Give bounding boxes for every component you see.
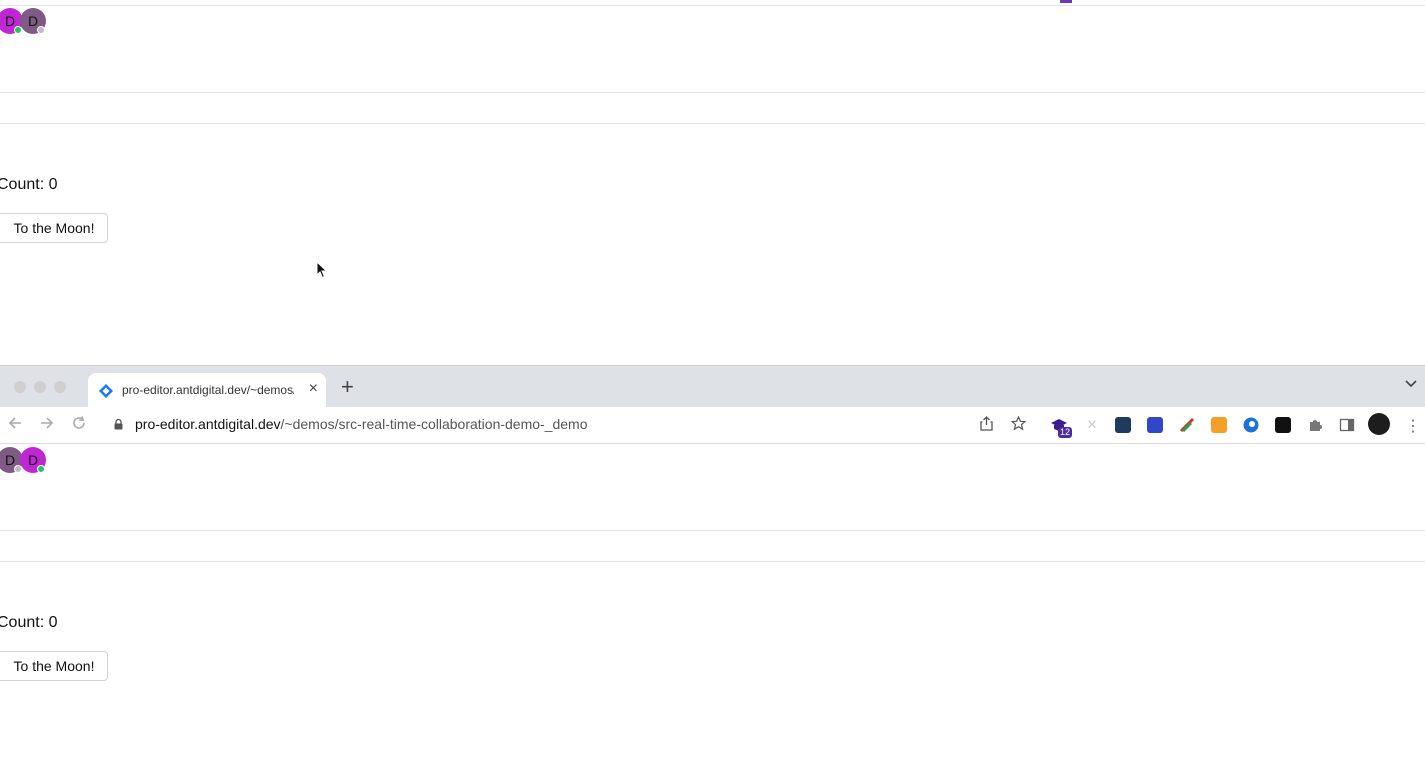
bottom-divider-1 (0, 530, 1425, 531)
browser-tab-active[interactable]: pro-editor.antdigital.dev/~demos/src-rea… (88, 373, 326, 408)
lock-icon[interactable] (114, 419, 123, 430)
back-arrow-icon[interactable] (8, 416, 22, 430)
address-bar[interactable]: pro-editor.antdigital.dev/~demos/src-rea… (135, 416, 588, 432)
avatar-initial: D (27, 452, 39, 468)
to-the-moon-button[interactable]: To the Moon! (0, 651, 108, 681)
avatar-user-2[interactable]: D (20, 447, 46, 473)
frame-extension-icon[interactable] (1115, 417, 1131, 433)
share-icon[interactable] (980, 416, 993, 431)
browser-toolbar: pro-editor.antdigital.dev/~demos/src-rea… (0, 407, 1425, 444)
glasses-extension-icon[interactable] (1275, 417, 1291, 433)
bookmark-star-icon[interactable] (1011, 416, 1026, 431)
puzzle-extensions-icon[interactable] (1307, 417, 1323, 433)
tab-search-chevron-icon[interactable] (1405, 380, 1417, 388)
url-host: pro-editor.antdigital.dev (135, 416, 281, 432)
top-divider-1 (0, 92, 1425, 93)
forward-arrow-icon[interactable] (40, 416, 54, 430)
avatar-initial: D (27, 13, 39, 29)
away-status-dot (37, 26, 45, 34)
to-the-moon-button[interactable]: To the Moon! (0, 213, 108, 243)
reload-icon[interactable] (72, 416, 86, 430)
side-panel-icon[interactable] (1339, 417, 1355, 433)
chat-extension-icon[interactable] (1147, 417, 1163, 433)
window-close-button[interactable] (14, 381, 26, 393)
extension-badge: 12 (1058, 427, 1073, 438)
avatar-initial: D (4, 13, 16, 29)
top-divider-2 (0, 123, 1425, 124)
globe-extension-icon[interactable] (1243, 417, 1259, 433)
site-favicon-icon (99, 384, 113, 398)
online-status-dot (37, 465, 45, 473)
browser-tab-strip: pro-editor.antdigital.dev/~demos/src-rea… (0, 365, 1425, 408)
window-minimize-button[interactable] (34, 381, 46, 393)
avatar-initial: D (4, 452, 16, 468)
count-text: Count: 0 (0, 176, 58, 193)
window-zoom-button[interactable] (54, 381, 66, 393)
more-menu-icon[interactable]: ⋮ (1405, 416, 1421, 436)
top-divider-0 (0, 5, 1425, 6)
bottom-divider-2 (0, 561, 1425, 562)
new-tab-icon[interactable]: + (341, 374, 354, 400)
mouse-cursor-icon (316, 261, 328, 279)
avatar-user-2[interactable]: D (20, 8, 46, 34)
extension-sliver (1060, 0, 1072, 3)
profile-avatar-icon[interactable] (1368, 413, 1390, 435)
close-tab-icon[interactable]: × (309, 380, 318, 398)
url-path: /~demos/src-real-time-collaboration-demo… (280, 416, 588, 432)
tab-title: pro-editor.antdigital.dev/~demos/src-rea… (122, 383, 294, 397)
count-text: Count: 0 (0, 614, 58, 631)
orange-extension-icon[interactable] (1211, 417, 1227, 433)
color-leaf-extension-icon[interactable] (1179, 417, 1195, 433)
x-extension-icon[interactable]: ✕ (1084, 417, 1100, 433)
